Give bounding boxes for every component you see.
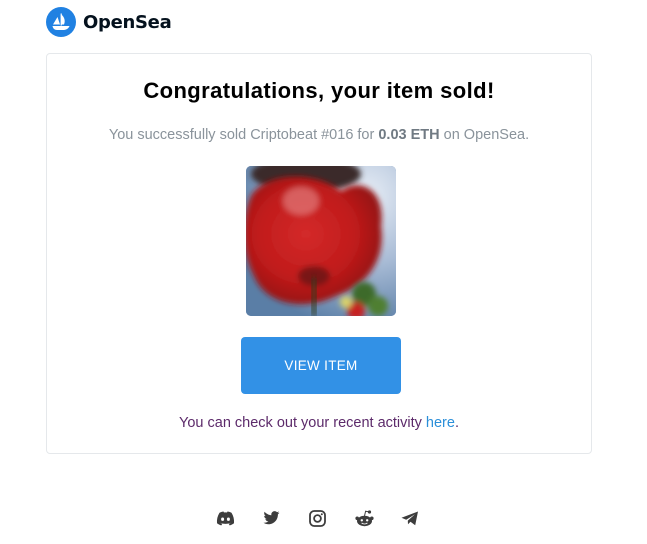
sale-message: You successfully sold Criptobeat #016 fo… <box>47 127 591 143</box>
brand-header[interactable]: OpenSea <box>46 7 172 37</box>
email-page: OpenSea Congratulations, your item sold!… <box>0 0 647 544</box>
sale-price: 0.03 ETH <box>378 127 440 143</box>
reddit-icon[interactable] <box>354 508 374 528</box>
item-image[interactable] <box>246 166 396 316</box>
twitter-icon[interactable] <box>261 508 281 528</box>
discord-icon[interactable] <box>215 508 235 528</box>
sale-card: Congratulations, your item sold! You suc… <box>46 53 592 454</box>
opensea-logo-icon <box>46 7 76 37</box>
message-suffix: on OpenSea. <box>439 127 530 143</box>
telegram-icon[interactable] <box>400 508 420 528</box>
activity-line: You can check out your recent activity h… <box>47 415 591 431</box>
social-links <box>215 508 420 528</box>
activity-text: You can check out your recent activity <box>179 415 426 431</box>
brand-name: OpenSea <box>83 11 172 33</box>
headline: Congratulations, your item sold! <box>143 78 495 103</box>
activity-suffix: . <box>454 415 459 431</box>
view-item-button[interactable]: VIEW ITEM <box>241 337 401 394</box>
message-prefix: You successfully sold Criptobeat #016 fo… <box>108 127 379 143</box>
instagram-icon[interactable] <box>307 508 327 528</box>
activity-link[interactable]: here <box>426 415 455 431</box>
